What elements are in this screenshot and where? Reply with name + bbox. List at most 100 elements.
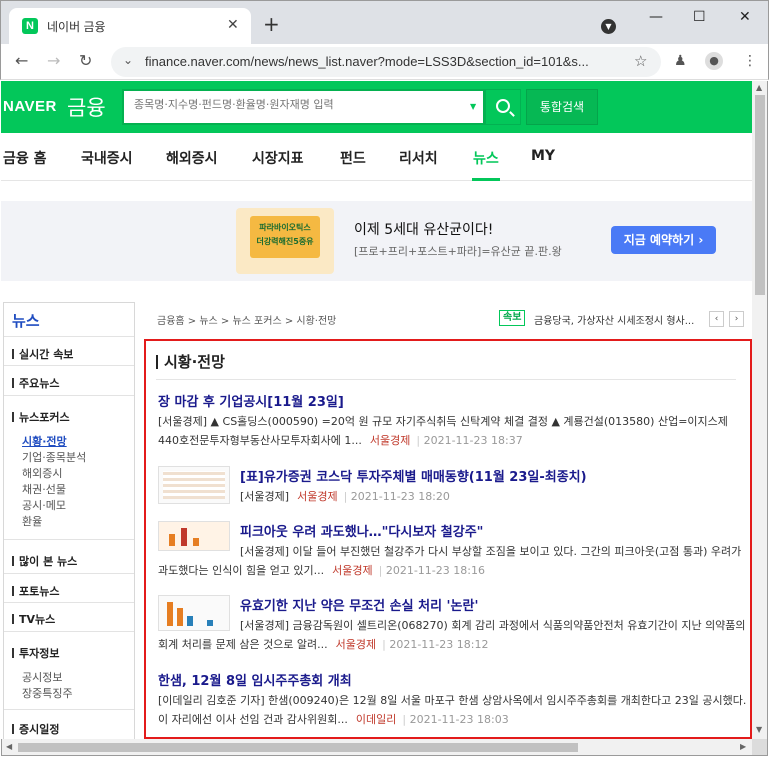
tab-search-icon[interactable]: ▼ — [601, 19, 616, 34]
browser-toolbar: ← → ↻ ⌄ finance.naver.com/news/news_list… — [0, 44, 769, 80]
maximize-icon[interactable]: ☐ — [693, 9, 706, 25]
sidebar-divider — [4, 539, 134, 540]
vertical-scrollbar[interactable]: ▲ ▼ — [752, 81, 768, 739]
menu-kebab-icon[interactable]: ⋮ — [743, 53, 757, 69]
sidebar-sub-exchange-rate[interactable]: 환율 — [22, 513, 42, 529]
search-input[interactable] — [134, 98, 454, 111]
news-date: 2021-11-23 18:12 — [382, 638, 488, 651]
news-item: 유효기한 지난 약은 무조건 손실 처리 '논란' [서울경제] 금융감독원이 … — [158, 595, 748, 657]
flash-prev-button[interactable]: ‹ — [709, 311, 724, 327]
left-sidebar: 뉴스 실시간 속보 주요뉴스 뉴스포커스 시황·전망 기업·종목분석 해외증시 … — [3, 302, 135, 739]
banner-product-image: 파라바이오틱스 더강력해진5중유 — [236, 208, 334, 274]
sidebar-sub-market-outlook[interactable]: 시황·전망 — [22, 433, 67, 449]
sidebar-item-news-focus[interactable]: 뉴스포커스 — [12, 409, 70, 425]
horizontal-scroll-thumb[interactable] — [18, 743, 578, 752]
sidebar-divider — [4, 395, 134, 396]
news-date: 2021-11-23 18:20 — [344, 490, 450, 503]
section-title: 시황·전망 — [156, 351, 225, 372]
scroll-up-icon[interactable]: ▲ — [756, 83, 762, 92]
breadcrumb: 금융홈 > 뉴스 > 뉴스 포커스 > 시황·전망 — [157, 316, 337, 327]
news-summary-text: [서울경제] — [240, 490, 290, 503]
finance-logo[interactable]: 금융 — [67, 92, 106, 122]
flash-news-text[interactable]: 금융당국, 가상자산 시세조정시 형사... — [534, 312, 704, 327]
search-dropdown-icon[interactable]: ▼ — [470, 102, 476, 111]
nav-active-indicator — [472, 178, 500, 181]
sidebar-sub-disclosure-info[interactable]: 공시정보 — [22, 669, 62, 685]
forward-icon[interactable]: → — [47, 51, 60, 70]
scroll-right-icon[interactable]: ▶ — [740, 742, 746, 751]
banner-reserve-button[interactable]: 지금 예약하기 › — [611, 226, 716, 254]
nav-domestic[interactable]: 국내증시 — [81, 148, 133, 168]
sidebar-sub-disclosure-memo[interactable]: 공시·메모 — [22, 497, 66, 513]
nav-research[interactable]: 리서치 — [399, 148, 438, 168]
url-text: finance.naver.com/news/news_list.naver?m… — [145, 54, 589, 69]
chevron-down-icon[interactable]: ⌄ — [123, 53, 133, 67]
naver-favicon-icon: N — [22, 18, 38, 34]
sidebar-item-realtime[interactable]: 실시간 속보 — [12, 346, 73, 362]
nav-indicators[interactable]: 시장지표 — [252, 148, 304, 168]
news-summary: [서울경제] ▲ CS홀딩스(000590) =20억 원 규모 자기주식취득 … — [158, 412, 748, 450]
ad-banner[interactable]: 파라바이오틱스 더강력해진5중유 이제 5세대 유산균이다! [프로+프리+포스… — [1, 201, 752, 281]
nav-overseas[interactable]: 해외증시 — [166, 148, 218, 168]
total-search-button[interactable]: 통합검색 — [526, 89, 598, 125]
sidebar-item-main-news[interactable]: 주요뉴스 — [12, 375, 59, 391]
flash-next-button[interactable]: › — [729, 311, 744, 327]
new-tab-icon[interactable]: + — [263, 14, 280, 34]
sidebar-item-investment-info[interactable]: 투자정보 — [12, 645, 59, 661]
sidebar-item-market-schedule[interactable]: 증시일정 — [12, 721, 59, 737]
news-date: 2021-11-23 18:37 — [416, 434, 522, 447]
scrollbar-corner — [752, 739, 768, 756]
nav-my[interactable]: MY — [531, 148, 555, 164]
sidebar-sub-bond-futures[interactable]: 채권·선물 — [22, 481, 66, 497]
news-list-box: 시황·전망 장 마감 후 기업공시[11월 23일] [서울경제] ▲ CS홀딩… — [144, 339, 752, 739]
browser-tab[interactable]: N 네이버 금융 ✕ — [9, 8, 251, 45]
news-title[interactable]: 장 마감 후 기업공시[11월 23일] — [158, 391, 344, 410]
news-press[interactable]: 서울경제 — [336, 638, 376, 651]
sidebar-item-tv-news[interactable]: TV뉴스 — [12, 611, 55, 627]
profile-avatar-icon[interactable]: ● — [705, 52, 723, 70]
sidebar-sub-company-analysis[interactable]: 기업·종목분석 — [22, 449, 86, 465]
minimize-icon[interactable]: — — [649, 9, 663, 25]
reload-icon[interactable]: ↻ — [79, 51, 92, 70]
nav-finance-home[interactable]: 금융 홈 — [3, 148, 47, 168]
main-nav: 금융 홈 국내증시 해외증시 시장지표 펀드 리서치 뉴스 MY — [1, 133, 752, 181]
back-icon[interactable]: ← — [15, 51, 28, 70]
tab-close-icon[interactable]: ✕ — [227, 17, 239, 33]
naver-logo[interactable]: NAVER — [3, 98, 57, 115]
scroll-down-icon[interactable]: ▼ — [756, 725, 762, 734]
search-button[interactable] — [485, 89, 521, 125]
news-press[interactable]: 서울경제 — [332, 564, 372, 577]
sidebar-item-most-viewed[interactable]: 많이 본 뉴스 — [12, 553, 77, 569]
flash-news-badge: 속보 — [499, 310, 526, 326]
news-press[interactable]: 서울경제 — [297, 490, 337, 503]
news-title[interactable]: 피크아웃 우려 과도했나…"다시보자 철강주" — [240, 521, 483, 540]
news-summary: [서울경제] 이달 들어 부진했던 철강주가 다시 부상할 조짐을 보이고 있다… — [158, 542, 748, 580]
news-summary: [이데일리 김호준 기자] 한샘(009240)은 12월 8일 서울 마포구 … — [158, 691, 748, 729]
news-summary: [서울경제] 금융감독원이 셀트리온(068270) 회계 감리 과정에서 식품… — [158, 616, 748, 654]
sidebar-sub-overseas[interactable]: 해외증시 — [22, 465, 62, 481]
news-press[interactable]: 서울경제 — [370, 434, 410, 447]
vertical-scroll-thumb[interactable] — [755, 95, 765, 295]
window-close-icon[interactable]: ✕ — [739, 9, 751, 25]
bookmark-star-icon[interactable]: ☆ — [634, 52, 647, 70]
sidebar-sub-intraday-stocks[interactable]: 장중특징주 — [22, 685, 73, 701]
scroll-left-icon[interactable]: ◀ — [6, 742, 12, 751]
sidebar-item-photo-news[interactable]: 포토뉴스 — [12, 583, 59, 599]
banner-product-label: 파라바이오틱스 더강력해진5중유 — [250, 216, 320, 258]
sidebar-title[interactable]: 뉴스 — [12, 310, 40, 331]
nav-news[interactable]: 뉴스 — [473, 148, 499, 168]
news-title[interactable]: [표]유가증권 코스닥 투자주체별 매매동향(11월 23일-최종치) — [240, 466, 587, 485]
sidebar-divider — [4, 573, 134, 574]
extension-icon[interactable]: ♟ — [674, 53, 687, 69]
page-viewport: NAVER 금융 ▼ 통합검색 금융 홈 국내증시 해외증시 시장지표 펀드 리… — [1, 81, 752, 739]
tab-title: 네이버 금융 — [47, 20, 106, 34]
section-divider — [156, 379, 736, 380]
horizontal-scrollbar[interactable]: ◀ ▶ — [1, 739, 752, 756]
browser-tab-bar: N 네이버 금융 ✕ + ▼ — ☐ ✕ — [0, 0, 769, 45]
news-title[interactable]: 유효기한 지난 약은 무조건 손실 처리 '논란' — [240, 595, 478, 614]
nav-fund[interactable]: 펀드 — [340, 148, 366, 168]
news-press[interactable]: 이데일리 — [356, 713, 396, 726]
news-title[interactable]: 한샘, 12월 8일 임시주주총회 개최 — [158, 670, 352, 689]
news-thumbnail[interactable] — [158, 466, 230, 504]
address-bar[interactable]: ⌄ finance.naver.com/news/news_list.naver… — [111, 47, 661, 77]
